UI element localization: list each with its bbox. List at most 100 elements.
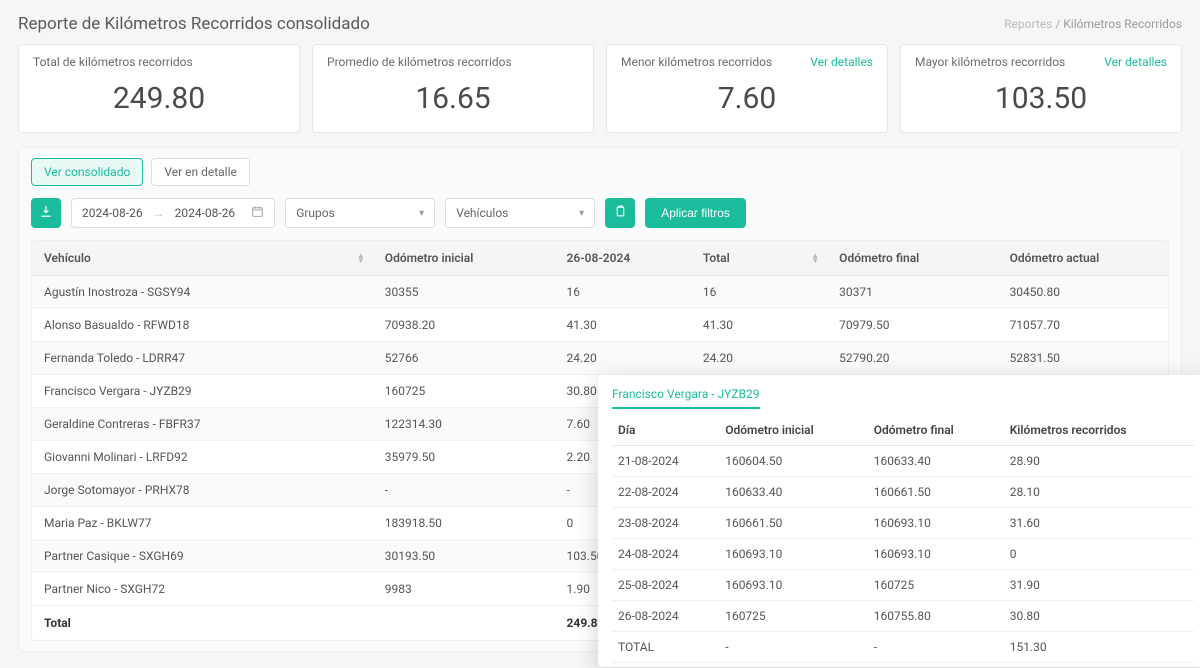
popup-row: 21-08-2024160604.50160633.4028.90 (612, 446, 1194, 477)
table-row[interactable]: Fernanda Toledo - LDRR475276624.2024.205… (32, 342, 1168, 375)
chevron-down-icon: ▾ (579, 208, 584, 219)
table-row[interactable]: Agustín Inostroza - SGSY9430355161630371… (32, 276, 1168, 309)
card-max-km: Mayor kilómetros recorridos Ver detalles… (900, 44, 1182, 133)
cell-odo_initial: 35979.50 (373, 441, 555, 474)
cell-odo_initial: 70938.20 (373, 309, 555, 342)
card-label: Total de kilómetros recorridos (33, 55, 193, 69)
card-avg-km: Promedio de kilómetros recorridos 16.65 (312, 44, 594, 133)
cell-odo_initial: 160725 (719, 601, 868, 632)
cell-km: 31.60 (1004, 508, 1194, 539)
groups-select[interactable]: Grupos ▾ (285, 198, 435, 228)
col-odo-final[interactable]: Odómetro final (827, 241, 997, 276)
cell-odo_initial: 183918.50 (373, 507, 555, 540)
popup-col-odo-initial: Odómetro inicial (719, 415, 868, 446)
sort-icon: ▲▼ (811, 253, 819, 263)
col-vehicle[interactable]: Vehículo ▲▼ (32, 241, 373, 276)
cell-odo_initial: - (373, 474, 555, 507)
cell-day: 25-08-2024 (612, 570, 719, 601)
breadcrumb-parent[interactable]: Reportes (1004, 17, 1052, 31)
breadcrumb-current: Kilómetros Recorridos (1063, 17, 1182, 31)
tab-consolidated[interactable]: Ver consolidado (31, 158, 143, 186)
download-button[interactable] (31, 198, 61, 228)
popup-vehicle-tab[interactable]: Francisco Vergara - JYZB29 (612, 385, 760, 409)
cell-day: TOTAL (612, 632, 719, 663)
cell-total: 41.30 (691, 309, 827, 342)
date-range-picker[interactable]: 2024-08-26 → 2024-08-26 (71, 198, 275, 228)
cell-total: 16 (691, 276, 827, 309)
cell-date_col: 16 (555, 276, 691, 309)
table-row[interactable]: Alonso Basualdo - RFWD1870938.2041.3041.… (32, 309, 1168, 342)
cell-date_col: 24.20 (555, 342, 691, 375)
tab-detail[interactable]: Ver en detalle (151, 158, 250, 186)
chevron-down-icon: ▾ (419, 208, 424, 219)
card-label: Menor kilómetros recorridos (621, 55, 772, 69)
popup-col-day: Día (612, 415, 719, 446)
cell-odo_final: 160693.10 (868, 539, 1004, 570)
cell-odo_final: 52790.20 (827, 342, 997, 375)
cell-km: 28.90 (1004, 446, 1194, 477)
popup-row: TOTAL--151.30 (612, 632, 1194, 663)
cell-odo_initial: 160661.50 (719, 508, 868, 539)
cell-vehicle: Maria Paz - BKLW77 (32, 507, 373, 540)
col-odo-current[interactable]: Odómetro actual (998, 241, 1168, 276)
sort-icon: ▲▼ (357, 253, 365, 263)
cell-vehicle: Geraldine Contreras - FBFR37 (32, 408, 373, 441)
clipboard-icon (614, 205, 627, 222)
select-value: Grupos (296, 206, 335, 220)
ver-detalles-link[interactable]: Ver detalles (810, 55, 873, 69)
cell-vehicle: Alonso Basualdo - RFWD18 (32, 309, 373, 342)
detail-popup: Francisco Vergara - JYZB29 Día Odómetro … (598, 375, 1200, 667)
cell-km: 31.90 (1004, 570, 1194, 601)
apply-filters-button[interactable]: Aplicar filtros (645, 198, 746, 228)
popup-row: 24-08-2024160693.10160693.100 (612, 539, 1194, 570)
card-label: Promedio de kilómetros recorridos (327, 55, 512, 69)
cell-odo_final: - (868, 632, 1004, 663)
arrow-right-icon: → (153, 206, 165, 220)
cell-day: 24-08-2024 (612, 539, 719, 570)
popup-row: 22-08-2024160633.40160661.5028.10 (612, 477, 1194, 508)
ver-detalles-link[interactable]: Ver detalles (1104, 55, 1167, 69)
cell-odo_current: 30450.80 (998, 276, 1168, 309)
cell-odo_initial: 160725 (373, 375, 555, 408)
cell-odo_initial: 30355 (373, 276, 555, 309)
cell-odo_final: 160755.80 (868, 601, 1004, 632)
date-to: 2024-08-26 (175, 206, 236, 220)
footer-label: Total (32, 606, 373, 641)
cell-km: 30.80 (1004, 601, 1194, 632)
cell-date_col: 41.30 (555, 309, 691, 342)
popup-row: 23-08-2024160661.50160693.1031.60 (612, 508, 1194, 539)
popup-row: 26-08-2024160725160755.8030.80 (612, 601, 1194, 632)
cell-odo_initial: - (719, 632, 868, 663)
card-value: 16.65 (327, 81, 579, 116)
popup-row: 25-08-2024160693.1016072531.90 (612, 570, 1194, 601)
clear-filters-button[interactable] (605, 198, 635, 228)
cell-odo_initial: 9983 (373, 573, 555, 606)
cell-day: 22-08-2024 (612, 477, 719, 508)
cell-odo_initial: 160604.50 (719, 446, 868, 477)
cell-km: 0 (1004, 539, 1194, 570)
card-min-km: Menor kilómetros recorridos Ver detalles… (606, 44, 888, 133)
date-from: 2024-08-26 (82, 206, 143, 220)
col-total[interactable]: Total ▲▼ (691, 241, 827, 276)
cell-odo_initial: 122314.30 (373, 408, 555, 441)
cell-km: 28.10 (1004, 477, 1194, 508)
cell-odo_initial: 160633.40 (719, 477, 868, 508)
cell-day: 26-08-2024 (612, 601, 719, 632)
cell-odo_final: 160633.40 (868, 446, 1004, 477)
col-odo-initial[interactable]: Odómetro inicial (373, 241, 555, 276)
cell-vehicle: Partner Casique - SXGH69 (32, 540, 373, 573)
cell-odo_current: 71057.70 (998, 309, 1168, 342)
cell-total: 24.20 (691, 342, 827, 375)
cell-odo_final: 160661.50 (868, 477, 1004, 508)
cell-vehicle: Fernanda Toledo - LDRR47 (32, 342, 373, 375)
vehicles-select[interactable]: Vehículos ▾ (445, 198, 595, 228)
cell-vehicle: Partner Nico - SXGH72 (32, 573, 373, 606)
cell-odo_final: 160693.10 (868, 508, 1004, 539)
cell-vehicle: Francisco Vergara - JYZB29 (32, 375, 373, 408)
cell-odo_initial: 160693.10 (719, 570, 868, 601)
col-date[interactable]: 26-08-2024 (555, 241, 691, 276)
cell-odo_current: 52831.50 (998, 342, 1168, 375)
cell-odo_final: 30371 (827, 276, 997, 309)
calendar-icon (251, 205, 264, 221)
cell-odo_initial: 30193.50 (373, 540, 555, 573)
